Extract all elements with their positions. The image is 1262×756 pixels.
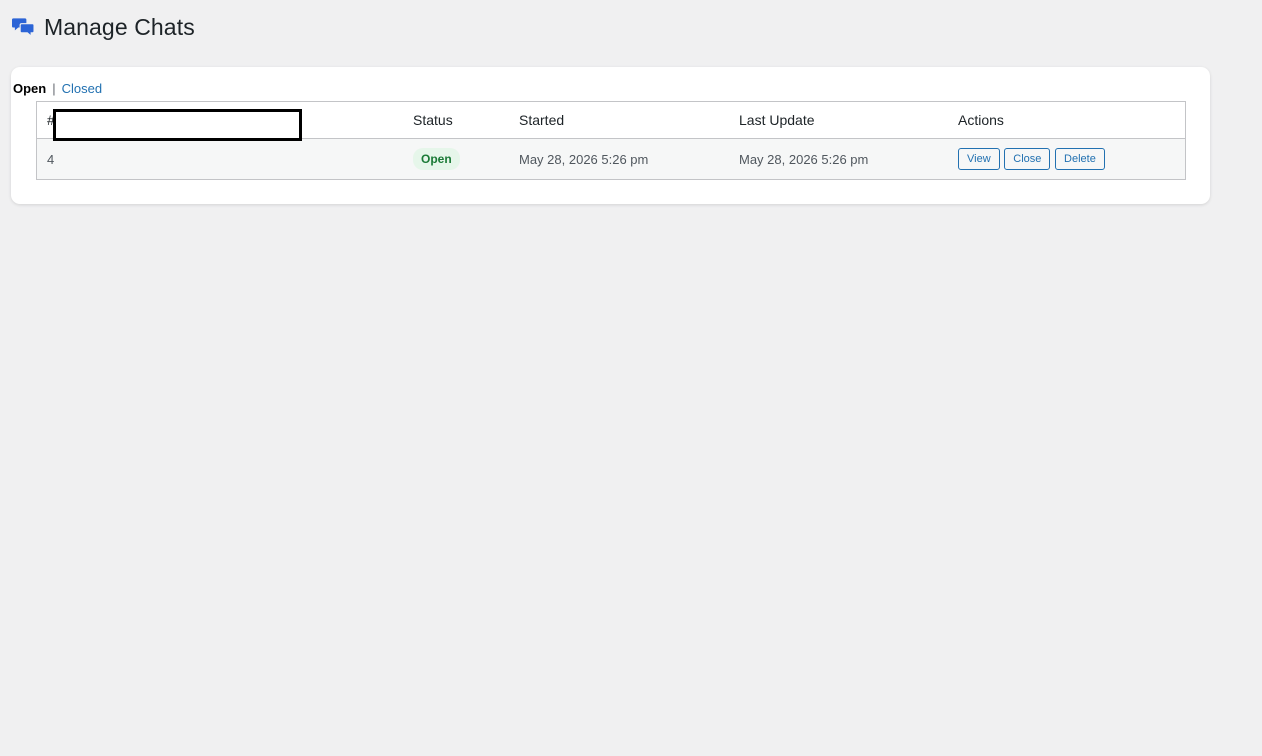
manage-chats-page: Manage Chats Open | Closed # Visitor Ema… [0,0,1262,756]
status-badge: Open [413,148,460,170]
column-header-started: Started [509,101,729,139]
actions-cell: View Close Delete [948,138,1186,180]
email-cell [179,138,403,180]
view-button[interactable]: View [958,148,1000,170]
chats-card: Open | Closed # Visitor Email Status Sta… [11,67,1210,204]
delete-button[interactable]: Delete [1055,148,1105,170]
filter-separator: | [52,81,56,96]
table-row: 4 Open May 28, 2026 5:26 pm May 28, 2026… [36,138,1186,180]
started-cell: May 28, 2026 5:26 pm [509,138,729,180]
chat-bubbles-icon [12,18,35,38]
column-header-actions: Actions [948,101,1186,139]
filter-open-current[interactable]: Open [13,81,46,96]
close-chat-button[interactable]: Close [1004,148,1051,170]
column-header-last-update: Last Update [729,101,948,139]
redacted-visitor-email-box [53,109,302,141]
column-header-status: Status [403,101,509,139]
filter-closed-link[interactable]: Closed [62,81,102,96]
visitor-cell [90,138,179,180]
chat-id-cell: 4 [36,138,90,180]
last-update-cell: May 28, 2026 5:26 pm [729,138,948,180]
page-header: Manage Chats [12,14,195,41]
status-cell: Open [403,138,509,180]
status-filter-links: Open | Closed [13,81,102,96]
page-title: Manage Chats [44,14,195,40]
